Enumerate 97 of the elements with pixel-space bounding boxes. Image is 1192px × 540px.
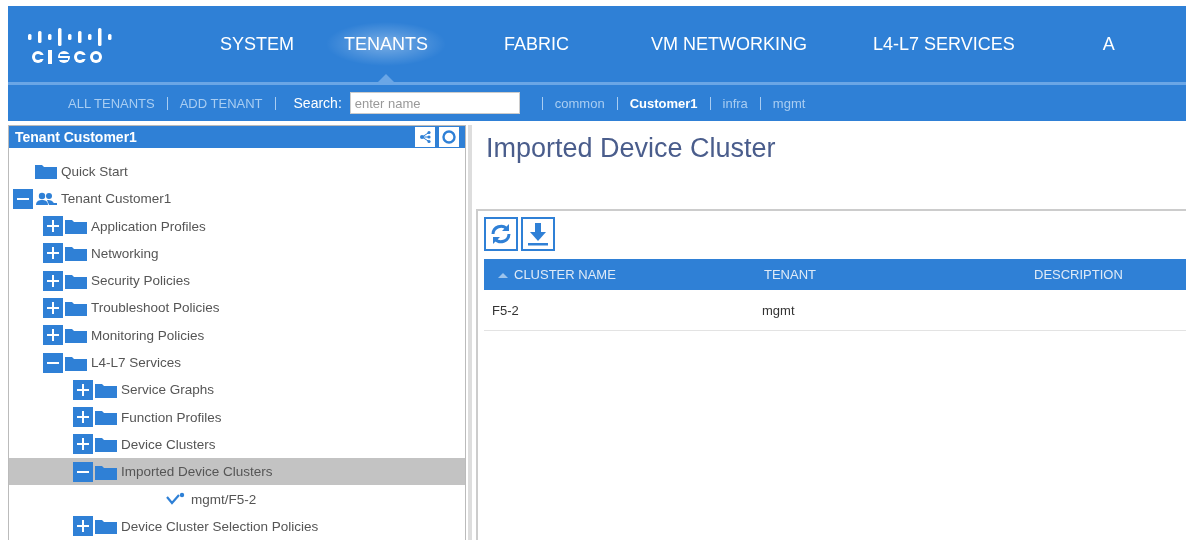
topology-button[interactable] xyxy=(415,126,435,147)
tree-item[interactable]: L4-L7 Services xyxy=(9,348,465,377)
tree-label: Troubleshoot Policies xyxy=(91,300,220,316)
tree-label: Device Clusters xyxy=(121,436,216,452)
collapse-button[interactable] xyxy=(13,188,33,209)
folder-icon xyxy=(95,381,117,398)
tree-item[interactable]: Security Policies xyxy=(9,267,465,295)
tree-item[interactable]: Quick Start xyxy=(9,157,465,186)
tree-label: Application Profiles xyxy=(91,218,206,234)
tree-label: L4-L7 Services xyxy=(91,355,182,371)
people-icon xyxy=(35,191,57,206)
share-icon xyxy=(418,129,432,144)
download-icon xyxy=(525,221,551,247)
plus-icon xyxy=(77,520,89,533)
tree-label: Device Cluster Selection Policies xyxy=(121,518,319,534)
expand-button[interactable] xyxy=(43,243,63,264)
tree-label: mgmt/F5-2 xyxy=(191,491,257,507)
sort-icon xyxy=(498,271,508,278)
ring-icon xyxy=(441,128,457,145)
tree-item[interactable]: Service Graphs xyxy=(9,376,465,404)
tree-item[interactable]: Monitoring Policies xyxy=(9,321,465,349)
search-field[interactable]: enter name xyxy=(349,92,520,114)
plus-icon xyxy=(77,438,89,451)
refresh-button[interactable] xyxy=(439,126,459,147)
folder-icon xyxy=(95,463,117,480)
column-header[interactable]: CLUSTER NAME xyxy=(484,267,754,282)
tree-label: Imported Device Clusters xyxy=(121,464,273,480)
expand-button[interactable] xyxy=(73,434,93,455)
tenant-link[interactable]: mgmt xyxy=(772,95,806,111)
plus-icon xyxy=(77,383,89,396)
sidebar-title: Tenant Customer1 xyxy=(15,128,137,145)
table-cell-text: F5-2 xyxy=(491,302,520,318)
expand-button[interactable] xyxy=(43,297,63,318)
tenant-link[interactable]: infra xyxy=(722,95,748,111)
folder-icon xyxy=(95,409,117,426)
refresh-button[interactable] xyxy=(484,217,518,251)
page-title: Imported Device Cluster xyxy=(486,133,777,165)
tree-item[interactable]: Function Profiles xyxy=(9,403,465,431)
column-title: TENANT xyxy=(764,267,816,282)
folder-icon xyxy=(65,272,87,289)
tree-item[interactable]: Imported Device Clusters xyxy=(9,458,465,486)
plus-icon xyxy=(77,411,89,424)
tree-item[interactable]: mgmt/F5-2 xyxy=(9,485,465,513)
folder-icon xyxy=(65,354,87,371)
collapse-button[interactable] xyxy=(43,352,63,373)
minus-icon xyxy=(77,470,89,473)
collapse-button[interactable] xyxy=(73,461,93,482)
column-header[interactable]: TENANT xyxy=(754,267,1024,282)
expand-button[interactable] xyxy=(73,407,93,428)
download-button[interactable] xyxy=(521,217,555,251)
tree-label: Networking xyxy=(91,245,159,261)
search-label: Search: xyxy=(293,95,342,111)
tree-item[interactable]: Device Clusters xyxy=(9,430,465,459)
nav-tab[interactable]: VM NETWORKING xyxy=(615,6,844,82)
column-title: CLUSTER NAME xyxy=(514,267,616,282)
folder-icon xyxy=(65,327,87,344)
connection-icon xyxy=(165,492,187,507)
minus-icon xyxy=(47,361,59,364)
tree-label: Monitoring Policies xyxy=(91,327,205,343)
expand-button[interactable] xyxy=(43,270,63,291)
expand-button[interactable] xyxy=(73,516,93,537)
tree-item[interactable]: Troubleshoot Policies xyxy=(9,294,465,322)
nav-link[interactable]: ALL TENANTS xyxy=(68,95,155,111)
expand-button[interactable] xyxy=(43,325,63,346)
nav-tab[interactable]: FABRIC xyxy=(458,6,616,82)
folder-icon xyxy=(65,245,87,262)
nav-link[interactable]: ADD TENANT xyxy=(179,95,263,111)
tree-label: Quick Start xyxy=(61,164,128,179)
expand-button[interactable] xyxy=(43,216,63,237)
nav-tab[interactable]: SYSTEM xyxy=(200,6,314,82)
nav-tab[interactable]: A xyxy=(1044,6,1173,82)
folder-icon xyxy=(95,436,117,453)
tree-label: Security Policies xyxy=(91,273,191,289)
folder-icon xyxy=(65,299,87,316)
plus-icon xyxy=(47,329,59,342)
tree-item[interactable]: Networking xyxy=(9,239,465,268)
tree-item[interactable]: Application Profiles xyxy=(9,212,465,240)
column-header[interactable]: DESCRIPTION xyxy=(1024,267,1186,282)
plus-icon xyxy=(47,301,59,314)
table-cell-text: mgmt xyxy=(761,302,796,318)
tree-item[interactable]: Tenant Customer1 xyxy=(9,185,465,213)
tenant-link[interactable]: Customer1 xyxy=(629,95,698,111)
folder-icon xyxy=(95,518,117,535)
plus-icon xyxy=(47,220,59,233)
tree-label: Service Graphs xyxy=(121,382,215,398)
plus-icon xyxy=(47,247,59,260)
expand-button[interactable] xyxy=(73,379,93,400)
folder-icon xyxy=(65,218,87,235)
nav-tab[interactable]: L4-L7 SERVICES xyxy=(843,6,1045,82)
tree-item[interactable]: Device Cluster Selection Policies xyxy=(9,512,465,540)
folder-icon xyxy=(35,163,57,180)
minus-icon xyxy=(17,197,29,200)
tree-label: Function Profiles xyxy=(121,409,222,425)
tree-label: Tenant Customer1 xyxy=(61,191,172,207)
tenant-link[interactable]: common xyxy=(554,95,605,111)
plus-icon xyxy=(47,274,59,287)
column-title: DESCRIPTION xyxy=(1034,267,1123,282)
